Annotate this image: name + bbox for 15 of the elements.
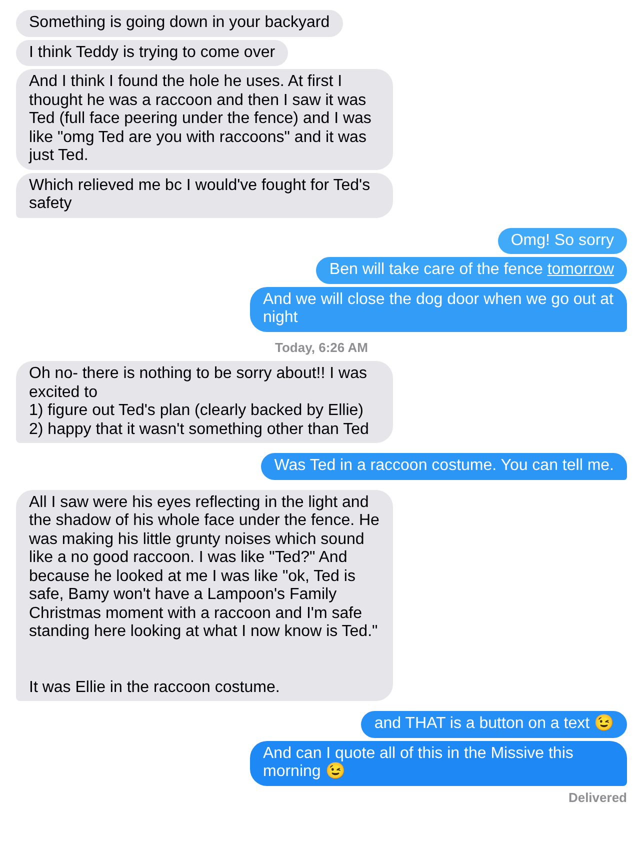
sent-message: Ben will take care of the fence tomorrow xyxy=(316,257,627,284)
received-message: And I think I found the hole he uses. At first I thought he was a raccoon and then I saw it was Ted (full face peering under the fence) and I was like "omg Ted are you with raccoons" and it was just Ted. xyxy=(16,69,393,170)
received-message: Oh no- there is nothing to be sorry about!! I was excited to 1) figure out Ted's plan (clearly backed by Ellie) 2) happy that it wasn't something other than Ted xyxy=(16,361,393,443)
received-message: Which relieved me bc I would've fought for Ted's safety xyxy=(16,172,393,218)
sent-message: And we will close the dog door when we go out at night xyxy=(250,286,627,332)
sent-message: Was Ted in a raccoon costume. You can tell me. xyxy=(261,453,627,480)
sent-message: And can I quote all of this in the Missive this morning 😉 xyxy=(250,740,627,786)
date-link[interactable]: tomorrow xyxy=(547,261,614,278)
received-message: All I saw were his eyes reflecting in the light and the shadow of his whole face under the fence. He was making his little grunty noises which sound like a no good raccoon. I was like "Ted?" And because he looked at me I was like "ok, Ted is safe, Bamy won't have a Lampoon's Family Christmas moment with a raccoon and I'm safe standing here looking at what I now know is Ted." It was Ellie in the raccoon costume. xyxy=(16,490,393,701)
sent-message: and THAT is a button on a text 😉 xyxy=(361,711,627,738)
received-message: I think Teddy is trying to come over xyxy=(16,40,288,66)
delivery-status: Delivered xyxy=(568,788,627,806)
timestamp: Today, 6:26 AM xyxy=(275,338,368,357)
received-message: Something is going down in your backyard xyxy=(16,10,343,36)
sent-message: Omg! So sorry xyxy=(498,228,627,254)
